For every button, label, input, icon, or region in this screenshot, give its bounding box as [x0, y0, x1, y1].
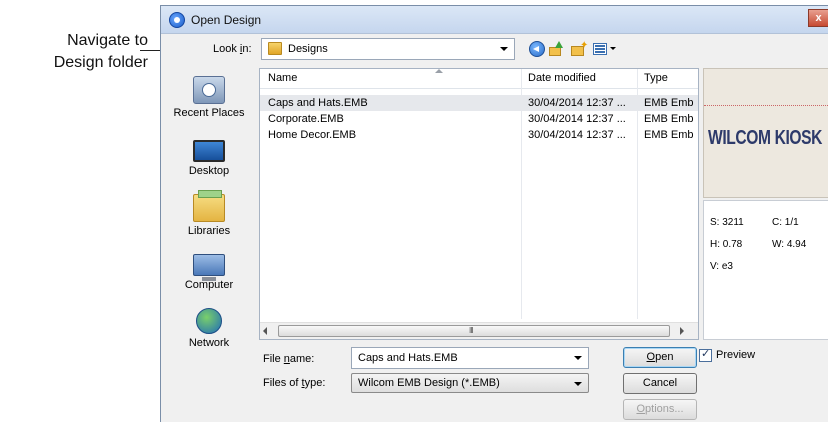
desktop-icon: [193, 140, 225, 162]
stat-colors: C: 1/1: [772, 217, 799, 228]
file-date-cell: 30/04/2014 12:37 ...: [528, 129, 626, 141]
place-label: Libraries: [187, 225, 231, 237]
look-in-dropdown[interactable]: Designs: [261, 38, 515, 60]
file-type-label: Files of type:: [263, 377, 326, 389]
design-stats: S: 3211 C: 1/1 H: 0.78 W: 4.94 V: e3: [703, 200, 828, 340]
new-folder-icon[interactable]: ✦: [571, 41, 588, 57]
file-type-dropdown[interactable]: Wilcom EMB Design (*.EMB): [351, 373, 589, 393]
file-type-value: Wilcom EMB Design (*.EMB): [358, 377, 500, 389]
annotation-line-1: Navigate to: [67, 32, 148, 49]
views-dropdown-arrow-icon[interactable]: [610, 47, 616, 50]
file-type-cell: EMB Emb: [644, 129, 694, 141]
cancel-button[interactable]: Cancel: [623, 373, 697, 394]
look-in-value: Designs: [288, 43, 328, 55]
sort-ascending-icon: [435, 69, 443, 73]
file-type-cell: EMB Emb: [644, 97, 694, 109]
views-menu-icon[interactable]: [593, 43, 607, 55]
stat-height: H: 0.78: [710, 239, 743, 250]
place-network[interactable]: Network: [161, 308, 257, 349]
scroll-left-icon[interactable]: [263, 327, 267, 335]
stat-width: W: 4.94: [772, 239, 807, 250]
title-bar[interactable]: Open Design x: [161, 6, 828, 34]
open-design-dialog: Open Design x Look in: Designs ✦ Recent …: [160, 5, 828, 422]
column-header-type[interactable]: Type: [644, 72, 668, 84]
scroll-right-icon[interactable]: [680, 327, 684, 335]
annotation-line-2: Design folder: [53, 54, 148, 71]
open-button[interactable]: Open: [623, 347, 697, 368]
options-button[interactable]: Options...: [623, 399, 697, 420]
scrollbar-thumb[interactable]: III: [278, 325, 670, 337]
network-icon: [196, 308, 222, 334]
chevron-down-icon: [574, 382, 582, 386]
places-bar: Recent Places Desktop Libraries Computer…: [161, 68, 257, 349]
file-name-cell: Home Decor.EMB: [268, 129, 357, 141]
place-libraries[interactable]: Libraries: [161, 190, 257, 237]
table-row[interactable]: Caps and Hats.EMB 30/04/2014 12:37 ... E…: [260, 95, 698, 111]
file-list[interactable]: Name Date modified Type Caps and Hats.EM…: [259, 68, 699, 340]
file-name-cell: Caps and Hats.EMB: [268, 97, 368, 109]
back-icon[interactable]: [529, 41, 545, 57]
column-header-name[interactable]: Name: [268, 72, 297, 84]
file-name-label: File name:: [263, 353, 315, 365]
recent-places-icon: [193, 76, 225, 104]
column-header-date-modified[interactable]: Date modified: [528, 72, 596, 84]
table-row[interactable]: Corporate.EMB 30/04/2014 12:37 ... EMB E…: [260, 111, 698, 127]
design-preview: WILCOM KIOSK: [703, 68, 828, 198]
annotation-callout: Navigate to Design folder: [0, 30, 148, 74]
folder-icon: [268, 42, 282, 55]
table-row[interactable]: Home Decor.EMB 30/04/2014 12:37 ... EMB …: [260, 127, 698, 143]
place-recent-places[interactable]: Recent Places: [161, 76, 257, 119]
chevron-down-icon[interactable]: [574, 356, 582, 360]
look-in-label: Look in:: [213, 43, 252, 55]
horizontal-scrollbar[interactable]: III: [260, 322, 698, 339]
file-name-cell: Corporate.EMB: [268, 113, 344, 125]
file-name-value: Caps and Hats.EMB: [358, 352, 458, 364]
stat-version: V: e3: [710, 261, 733, 272]
file-date-cell: 30/04/2014 12:37 ...: [528, 113, 626, 125]
file-name-input[interactable]: Caps and Hats.EMB: [351, 347, 589, 369]
preview-checkbox[interactable]: [699, 347, 712, 362]
list-header: Name Date modified Type: [260, 69, 698, 89]
preview-checkbox-label[interactable]: Preview: [716, 349, 755, 361]
file-date-cell: 30/04/2014 12:37 ...: [528, 97, 626, 109]
app-icon: [169, 12, 185, 28]
scrollbar-grip: III: [469, 326, 474, 335]
up-folder-icon[interactable]: [549, 41, 565, 57]
preview-guide-line: [704, 105, 828, 106]
libraries-icon: [193, 190, 225, 222]
place-label: Recent Places: [173, 107, 245, 119]
place-label: Desktop: [188, 165, 230, 177]
preview-design-text: WILCOM KIOSK: [708, 127, 823, 149]
file-type-cell: EMB Emb: [644, 113, 694, 125]
place-computer[interactable]: Computer: [161, 254, 257, 291]
chevron-down-icon: [500, 47, 508, 51]
place-label: Network: [188, 337, 230, 349]
dialog-title: Open Design: [191, 13, 262, 27]
place-desktop[interactable]: Desktop: [161, 136, 257, 177]
stat-stitches: S: 3211: [710, 217, 744, 228]
computer-icon: [193, 254, 225, 281]
close-button[interactable]: x: [808, 9, 828, 27]
